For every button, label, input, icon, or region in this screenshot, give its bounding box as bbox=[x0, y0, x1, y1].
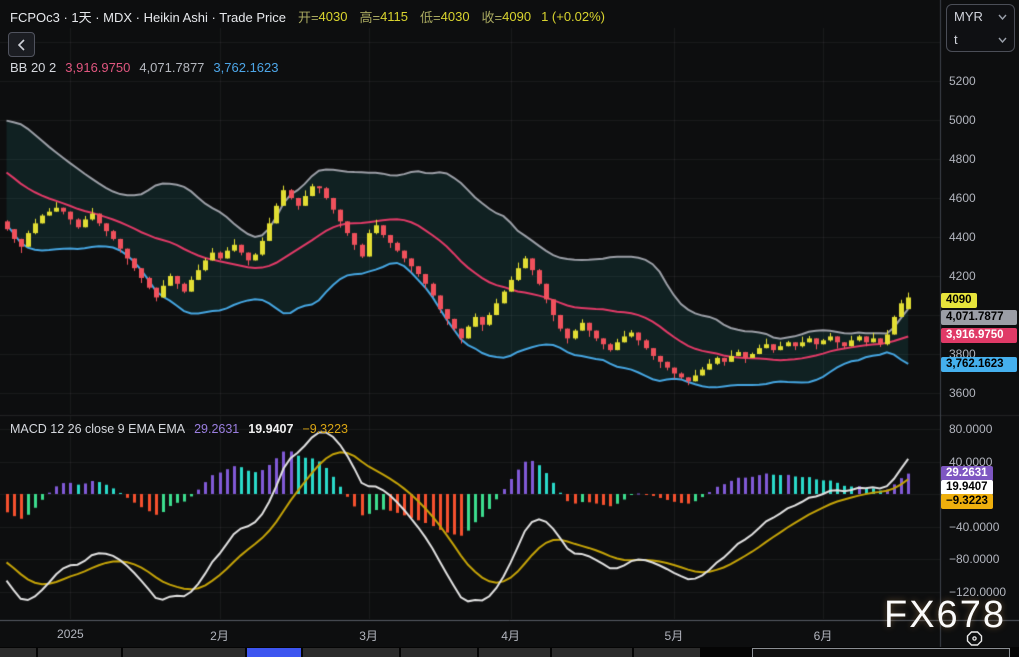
currency-label: MYR bbox=[954, 9, 983, 24]
chart-canvas[interactable] bbox=[0, 0, 1019, 657]
bb-basis-value: 3,916.9750 bbox=[65, 60, 130, 75]
currency-unit-panel: MYR t bbox=[946, 4, 1015, 52]
price-tick-label: 3600 bbox=[949, 386, 976, 400]
time-tick-label: 4月 bbox=[481, 627, 541, 644]
close-label: 收= bbox=[482, 7, 503, 26]
strip-segment[interactable] bbox=[303, 648, 399, 657]
bb-legend-title: BB 20 2 bbox=[10, 60, 56, 75]
bb-lower-badge: 3,762.1623 bbox=[941, 357, 1017, 372]
watermark-logo: FX678 bbox=[884, 596, 1006, 634]
bb-upper-value: 4,071.7877 bbox=[139, 60, 204, 75]
strip-segment[interactable] bbox=[123, 648, 245, 657]
gear-icon bbox=[966, 631, 983, 646]
macd-indicator-legend[interactable]: MACD 12 26 close 9 EMA EMA 29.2631 19.94… bbox=[10, 422, 348, 436]
time-axis[interactable]: 2025 2月 3月 4月 5月 6月 bbox=[0, 621, 1019, 647]
time-tick-label: 6月 bbox=[793, 627, 853, 644]
macd-tick-label: −80.0000 bbox=[949, 552, 999, 566]
open-label: 开= bbox=[298, 7, 319, 26]
chevron-down-icon bbox=[998, 37, 1007, 43]
macd-signal-badge: −9.3223 bbox=[941, 494, 993, 509]
price-tick-label: 5000 bbox=[949, 113, 976, 127]
strip-segment[interactable] bbox=[552, 648, 632, 657]
high-value: 4115 bbox=[380, 9, 408, 24]
unit-select[interactable]: t bbox=[947, 28, 1014, 51]
close-value: 4090 bbox=[502, 9, 531, 24]
bb-indicator-legend[interactable]: BB 20 2 3,916.9750 4,071.7877 3,762.1623 bbox=[10, 60, 279, 75]
high-label: 高= bbox=[359, 7, 380, 26]
trading-chart-app: FCPOc3 · 1天 · MDX · Heikin Ashi · Trade … bbox=[0, 0, 1019, 657]
bb-lower-value: 3,762.1623 bbox=[213, 60, 278, 75]
chevron-left-icon bbox=[17, 39, 26, 51]
time-tick-label: 3月 bbox=[339, 627, 399, 644]
macd-line-badge: 19.9407 bbox=[941, 480, 993, 495]
unit-label: t bbox=[954, 32, 958, 47]
change-value: 1 (+0.02%) bbox=[541, 9, 605, 24]
strip-segment[interactable] bbox=[479, 648, 550, 657]
strip-segment[interactable] bbox=[0, 648, 36, 657]
strip-segment[interactable] bbox=[401, 648, 477, 657]
symbol-title[interactable]: FCPOc3 · 1天 · MDX · Heikin Ashi · Trade … bbox=[10, 7, 286, 26]
bb-upper-badge: 4,071.7877 bbox=[941, 310, 1017, 325]
time-tick-label: 2月 bbox=[190, 627, 250, 644]
bb-basis-badge: 3,916.9750 bbox=[941, 328, 1017, 343]
currency-select[interactable]: MYR bbox=[947, 5, 1014, 28]
time-tick-label: 2025 bbox=[40, 627, 100, 641]
price-tick-label: 4400 bbox=[949, 230, 976, 244]
strip-panel[interactable] bbox=[752, 648, 1010, 657]
macd-line-value: 19.9407 bbox=[248, 422, 293, 436]
last-price-badge: 4090 bbox=[941, 293, 977, 308]
macd-signal-value: −9.3223 bbox=[302, 422, 348, 436]
price-tick-label: 4200 bbox=[949, 269, 976, 283]
macd-hist-badge: 29.2631 bbox=[941, 466, 993, 481]
low-value: 4030 bbox=[441, 9, 470, 24]
strip-segment[interactable] bbox=[634, 648, 700, 657]
back-button[interactable] bbox=[8, 32, 35, 57]
open-value: 4030 bbox=[319, 9, 348, 24]
macd-hist-value: 29.2631 bbox=[194, 422, 239, 436]
chart-header: FCPOc3 · 1天 · MDX · Heikin Ashi · Trade … bbox=[10, 7, 605, 25]
macd-legend-title: MACD 12 26 close 9 EMA EMA bbox=[10, 422, 185, 436]
price-tick-label: 5200 bbox=[949, 74, 976, 88]
low-label: 低= bbox=[420, 7, 441, 26]
macd-tick-label: −40.0000 bbox=[949, 520, 999, 534]
strip-segment[interactable] bbox=[38, 648, 121, 657]
bottom-strip bbox=[0, 647, 1019, 657]
macd-tick-label: 80.0000 bbox=[949, 422, 992, 436]
time-tick-label: 5月 bbox=[644, 627, 704, 644]
price-tick-label: 4600 bbox=[949, 191, 976, 205]
price-tick-label: 4800 bbox=[949, 152, 976, 166]
strip-segment-active[interactable] bbox=[247, 648, 301, 657]
chevron-down-icon bbox=[998, 14, 1007, 20]
